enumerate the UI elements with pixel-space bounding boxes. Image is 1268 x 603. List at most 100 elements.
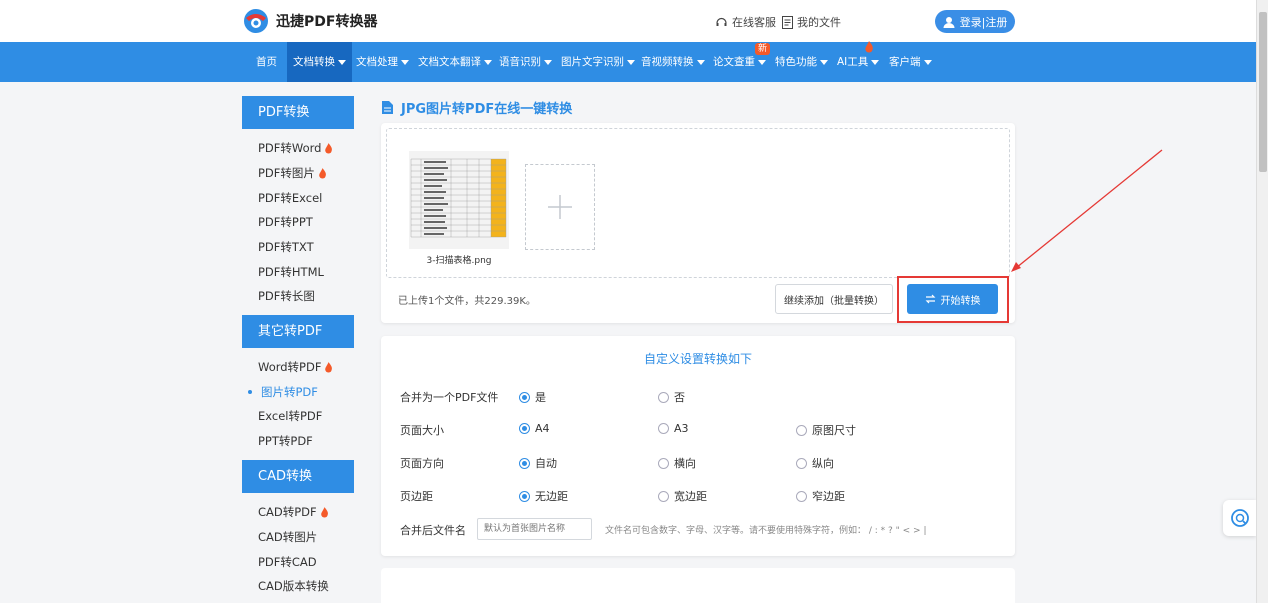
margin-none-radio[interactable]: 无边距 <box>519 488 568 504</box>
nav-item-doc-process[interactable]: 文档处理 <box>356 42 409 82</box>
caret-down-icon <box>923 59 932 65</box>
sidebar-item-pdf-word[interactable]: PDF转Word <box>258 140 333 156</box>
bottom-card <box>381 568 1015 603</box>
online-service-link[interactable]: 在线客服 <box>715 14 776 30</box>
filename-input[interactable] <box>477 518 592 540</box>
settings-card: 自定义设置转换如下 合并为一个PDF文件 是 否 页面大小 A4 A3 原图尺寸… <box>381 336 1015 556</box>
caret-down-icon <box>758 59 766 65</box>
top-header: 迅捷PDF转换器 在线客服 我的文件 登录|注册 <box>0 0 1256 42</box>
nav-item-home[interactable]: 首页 <box>256 42 277 82</box>
sidebar-item-pdf-image[interactable]: PDF转图片 <box>258 165 327 181</box>
sidebar-item-cad-image[interactable]: CAD转图片 <box>258 529 317 545</box>
nav-label: 图片文字识别 <box>561 56 624 68</box>
nav-label: 论文查重 <box>713 56 755 68</box>
login-button[interactable]: 登录|注册 <box>935 10 1015 33</box>
nav-label: 文档处理 <box>356 56 398 68</box>
orientation-portrait-radio[interactable]: 纵向 <box>796 455 834 471</box>
sidebar-item-label: PDF转图片 <box>258 166 315 180</box>
radio-unchecked-icon <box>658 423 669 434</box>
page-size-label: 页面大小 <box>400 424 444 437</box>
sidebar-item-pdf-excel[interactable]: PDF转Excel <box>258 190 322 206</box>
radio-unchecked-icon <box>658 490 669 502</box>
orientation-auto-radio[interactable]: 自动 <box>519 455 557 471</box>
sidebar-item-cad-version[interactable]: CAD版本转换 <box>258 578 329 594</box>
plus-icon <box>548 195 572 219</box>
nav-item-ocr[interactable]: 图片文字识别 <box>561 42 635 82</box>
scrollbar-thumb[interactable] <box>1259 12 1267 172</box>
sidebar-item-label: PPT转PDF <box>258 434 313 448</box>
sidebar-item-cad-pdf[interactable]: CAD转PDF <box>258 504 329 520</box>
sidebar-item-label: PDF转HTML <box>258 265 324 279</box>
page-title: JPG图片转PDF在线一键转换 <box>382 98 572 117</box>
nav-item-features[interactable]: 特色功能 <box>775 42 828 82</box>
my-files-link[interactable]: 我的文件 <box>782 14 841 30</box>
margin-wide-radio[interactable]: 宽边距 <box>658 488 707 504</box>
nav-label: 文档文本翻译 <box>418 56 481 68</box>
active-dot <box>248 390 252 394</box>
file-icon <box>782 15 793 29</box>
nav-item-client[interactable]: 客户端 <box>889 42 932 82</box>
sidebar-item-label: PDF转Word <box>258 141 322 155</box>
radio-label: 原图尺寸 <box>812 424 856 437</box>
sidebar-item-pdf-ppt[interactable]: PDF转PPT <box>258 214 313 230</box>
nav-item-paper-check[interactable]: 新 论文查重 <box>713 42 771 82</box>
nav-item-ai-tools[interactable]: AI工具 <box>837 41 880 82</box>
margin-narrow-radio[interactable]: 窄边距 <box>796 488 845 504</box>
nav-item-speech[interactable]: 语音识别 <box>499 42 552 82</box>
sidebar-item-pdf-cad[interactable]: PDF转CAD <box>258 554 317 570</box>
radio-label: 自动 <box>535 457 557 470</box>
sidebar-item-label: CAD转PDF <box>258 505 317 519</box>
nav-label: AI工具 <box>837 56 869 68</box>
file-name: 3-扫描表格.png <box>426 256 492 266</box>
online-service-label: 在线客服 <box>732 16 776 29</box>
sidebar-item-pdf-long-image[interactable]: PDF转长图 <box>258 288 315 304</box>
caret-down-icon <box>401 59 409 65</box>
nav-item-doc-convert[interactable]: 文档转换 <box>287 42 352 82</box>
caret-down-icon <box>544 59 552 65</box>
sidebar-item-image-pdf[interactable]: 图片转PDF <box>248 384 318 400</box>
nav-label: 客户端 <box>889 56 921 68</box>
sidebar-item-pdf-html[interactable]: PDF转HTML <box>258 264 324 280</box>
page-scrollbar[interactable] <box>1256 0 1268 603</box>
file-drop-zone[interactable]: 3-扫描表格.png <box>386 128 1010 278</box>
add-file-button[interactable] <box>525 164 595 250</box>
sidebar-item-excel-pdf[interactable]: Excel转PDF <box>258 408 322 424</box>
headset-icon <box>716 17 727 26</box>
nav-label: 首页 <box>256 56 277 68</box>
assistant-icon <box>1230 509 1249 527</box>
merge-yes-radio[interactable]: 是 <box>519 389 546 405</box>
sidebar-group-pdf-convert: PDF转换 <box>242 96 354 129</box>
radio-unchecked-icon <box>796 490 807 502</box>
radio-label: 无边距 <box>535 490 568 503</box>
caret-down-icon <box>871 59 880 65</box>
filename-label: 合并后文件名 <box>400 524 466 537</box>
add-more-button[interactable]: 继续添加（批量转换） <box>775 284 893 314</box>
sidebar-item-label: PDF转PPT <box>258 215 313 229</box>
sidebar-item-ppt-pdf[interactable]: PPT转PDF <box>258 433 313 449</box>
file-thumbnail[interactable] <box>409 151 509 249</box>
page-size-a4-radio[interactable]: A4 <box>519 422 550 435</box>
login-label: 登录|注册 <box>959 15 1008 29</box>
radio-unchecked-icon <box>796 457 807 469</box>
sidebar-item-pdf-txt[interactable]: PDF转TXT <box>258 239 314 255</box>
sidebar-item-label: PDF转长图 <box>258 289 315 303</box>
sidebar-group-cad: CAD转换 <box>242 460 354 493</box>
nav-item-translate[interactable]: 文档文本翻译 <box>418 42 492 82</box>
page-title-text: JPG图片转PDF在线一键转换 <box>401 102 573 117</box>
merge-no-radio[interactable]: 否 <box>658 389 685 405</box>
radio-label: 横向 <box>674 457 696 470</box>
nav-label: 音视频转换 <box>641 56 694 68</box>
radio-checked-icon <box>519 457 530 469</box>
flame-icon <box>865 41 873 53</box>
user-icon <box>943 16 955 28</box>
nav-label: 特色功能 <box>775 56 817 68</box>
logo[interactable]: 迅捷PDF转换器 <box>242 8 377 34</box>
sidebar-item-word-pdf[interactable]: Word转PDF <box>258 359 333 375</box>
highlight-box <box>897 276 1009 323</box>
my-files-label: 我的文件 <box>797 16 841 29</box>
orientation-landscape-radio[interactable]: 横向 <box>658 455 696 471</box>
floating-help-button[interactable] <box>1223 500 1256 536</box>
page-size-original-radio[interactable]: 原图尺寸 <box>796 422 856 438</box>
page-size-a3-radio[interactable]: A3 <box>658 422 689 435</box>
nav-item-av[interactable]: 音视频转换 <box>641 42 705 82</box>
